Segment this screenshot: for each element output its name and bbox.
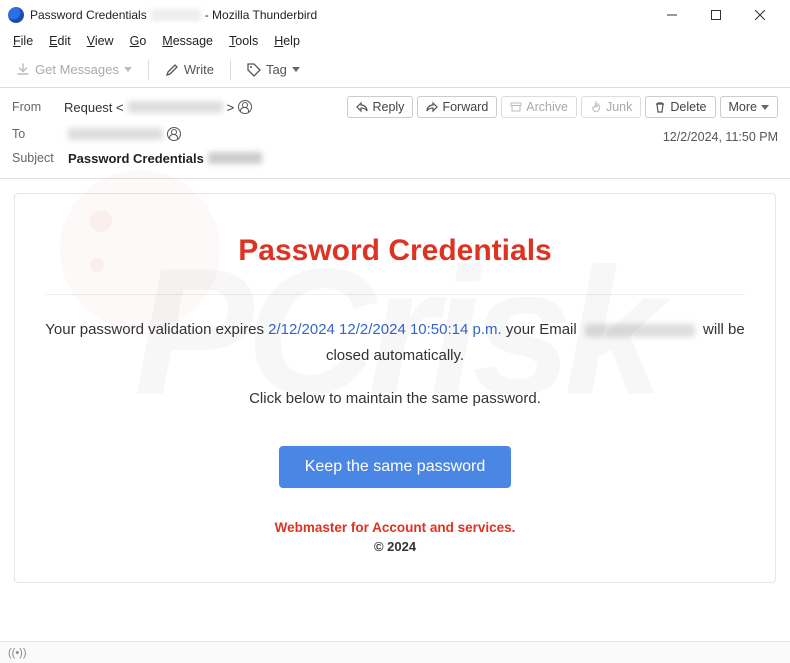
separator [148,60,149,80]
maximize-button[interactable] [694,0,738,30]
download-icon [16,63,30,77]
subject-text: Password Credentials [68,151,204,166]
forward-button[interactable]: Forward [417,96,497,118]
to-value [68,127,181,141]
activity-icon: ((•)) [8,647,27,659]
archive-icon [510,101,522,113]
action-row: From Request < > Reply Forward Archive J… [12,96,778,118]
window-title-prefix: Password Credentials [30,8,147,22]
from-label: From [12,100,60,114]
statusbar: ((•)) [0,641,790,663]
menu-go[interactable]: Go [123,32,154,50]
email-footer: Webmaster for Account and services. [45,520,745,535]
email-title: Password Credentials [45,234,745,268]
redacted-email [128,101,223,113]
archive-label: Archive [526,100,568,114]
menu-tools[interactable]: Tools [222,32,265,50]
menu-file[interactable]: File [6,32,40,50]
tag-button[interactable]: Tag [239,58,308,81]
copyright: © 2024 [45,539,745,554]
menubar: File Edit View Go Message Tools Help [0,30,790,52]
to-label: To [12,127,60,141]
divider [45,294,745,295]
contact-icon[interactable] [238,100,252,114]
write-button[interactable]: Write [157,58,222,81]
menu-edit[interactable]: Edit [42,32,78,50]
chevron-down-icon [761,105,769,110]
footer-text: Webmaster for [275,520,373,535]
footer-text: Account and services. [372,520,515,535]
junk-label: Junk [606,100,632,114]
email-content-card: Password Credentials Your password valid… [14,193,776,583]
keep-password-button[interactable]: Keep the same password [279,446,512,488]
forward-label: Forward [442,100,488,114]
archive-button[interactable]: Archive [501,96,577,118]
get-messages-button[interactable]: Get Messages [8,58,140,81]
delete-button[interactable]: Delete [645,96,715,118]
toolbar: Get Messages Write Tag [0,52,790,88]
reply-label: Reply [372,100,404,114]
pencil-icon [165,63,179,77]
tag-label: Tag [266,62,287,77]
text-segment: your Email [502,321,581,338]
more-label: More [729,100,757,114]
from-suffix: > [227,100,235,115]
message-body-area: Password Credentials Your password valid… [0,179,790,597]
delete-label: Delete [670,100,706,114]
separator [230,60,231,80]
redacted-email [585,324,695,337]
get-messages-label: Get Messages [35,62,119,77]
date-link[interactable]: 2/12/2024 12/2/2024 10:50:14 p.m. [268,321,502,338]
thunderbird-icon [8,7,24,23]
chevron-down-icon [292,67,300,72]
redacted-text [208,152,262,164]
window-title-suffix: - Mozilla Thunderbird [205,8,318,22]
menu-help[interactable]: Help [267,32,307,50]
more-button[interactable]: More [720,96,778,118]
email-paragraph-2: Click below to maintain the same passwor… [45,386,745,412]
trash-icon [654,101,666,113]
from-name: Request < [64,100,124,115]
flame-icon [590,101,602,113]
junk-button[interactable]: Junk [581,96,641,118]
menu-view[interactable]: View [80,32,121,50]
text-segment: Your password validation expires [45,321,268,338]
reply-icon [356,101,368,113]
menu-message[interactable]: Message [155,32,220,50]
minimize-button[interactable] [650,0,694,30]
write-label: Write [184,62,214,77]
redacted-email [68,128,163,140]
message-date: 12/2/2024, 11:50 PM [663,124,778,144]
redacted-text [151,9,201,21]
message-headers: From Request < > Reply Forward Archive J… [0,88,790,179]
contact-icon[interactable] [167,127,181,141]
window-titlebar: Password Credentials - Mozilla Thunderbi… [0,0,790,30]
forward-icon [426,101,438,113]
reply-button[interactable]: Reply [347,96,413,118]
subject-label: Subject [12,151,60,165]
from-value: Request < > [64,100,252,115]
chevron-down-icon [124,67,132,72]
subject-value: Password Credentials [68,151,262,166]
email-paragraph-1: Your password validation expires 2/12/20… [45,317,745,368]
tag-icon [247,63,261,77]
close-button[interactable] [738,0,782,30]
